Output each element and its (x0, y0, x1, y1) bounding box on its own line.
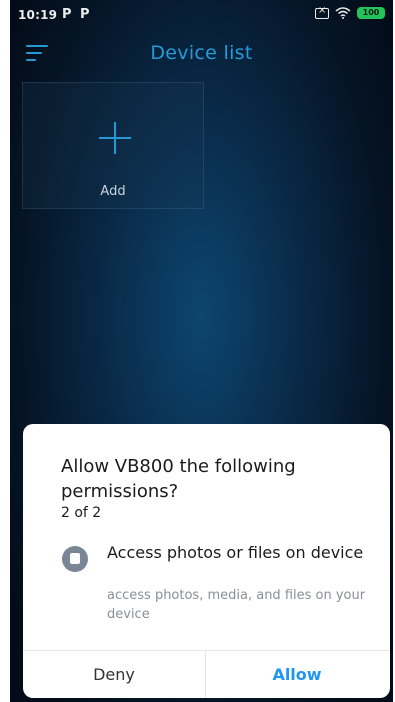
permission-counter: 2 of 2 (61, 505, 102, 521)
dialog-title: Allow VB800 the following permissions? (61, 456, 296, 502)
permission-description: access photos, media, and files on your … (107, 588, 366, 622)
deny-button[interactable]: Deny (23, 651, 205, 698)
files-permission-icon (62, 546, 88, 572)
app-screen: 10:19 P P 100 Device list Add Allow VB80… (10, 0, 393, 702)
allow-button[interactable]: Allow (206, 651, 388, 698)
permission-title: Access photos or files on device (107, 543, 364, 562)
permission-dialog: Allow VB800 the following permissions? 2… (23, 424, 390, 698)
